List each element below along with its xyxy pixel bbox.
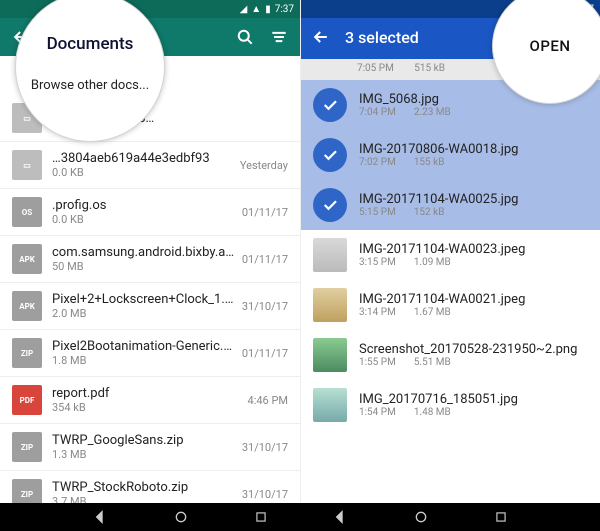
selected-check-icon[interactable] bbox=[313, 88, 347, 122]
file-name: TWRP_GoogleSans.zip bbox=[52, 433, 236, 448]
highlight-subtitle: Browse other docs... bbox=[31, 78, 149, 93]
signal-icon: ◢ bbox=[240, 4, 248, 15]
nav-back-icon[interactable] bbox=[332, 509, 348, 525]
file-name: IMG-20171104-WA0023.jpeg bbox=[359, 242, 588, 257]
file-row[interactable]: IMG_20170716_185051.jpg 1:54 PM 1.48 MB bbox=[301, 380, 600, 430]
android-nav-bar bbox=[0, 503, 600, 531]
file-name: IMG_20170716_185051.jpg bbox=[359, 392, 588, 407]
zip-icon: ZIP bbox=[12, 338, 42, 368]
nav-recent-icon[interactable] bbox=[254, 510, 268, 524]
highlight-title: Documents bbox=[47, 34, 134, 54]
status-time: 7:37 bbox=[275, 4, 294, 15]
file-size: 5.51 MB bbox=[414, 357, 451, 368]
highlight-open-label: OPEN bbox=[529, 37, 570, 55]
file-row[interactable]: ZIP Pixel2Bootanimation-Generic.zip 1.8 … bbox=[0, 330, 300, 377]
file-size: 354 kB bbox=[52, 401, 242, 414]
apk-icon: APK bbox=[12, 291, 42, 321]
file-size: 2.0 MB bbox=[52, 307, 236, 320]
file-size: 152 kB bbox=[414, 207, 445, 218]
file-row[interactable]: IMG-20171104-WA0021.jpeg 3:14 PM 1.67 MB bbox=[301, 280, 600, 330]
selected-check-icon[interactable] bbox=[313, 138, 347, 172]
apk-icon: APK bbox=[12, 244, 42, 274]
file-size: 1.67 MB bbox=[414, 307, 451, 318]
file-time: 1:54 PM bbox=[359, 407, 396, 418]
nav-home-icon[interactable] bbox=[413, 509, 429, 525]
file-name: IMG-20171104-WA0021.jpeg bbox=[359, 292, 588, 307]
file-name: com.samsung.android.bixby.agent_1.0.11… bbox=[52, 245, 236, 260]
file-date: 31/10/17 bbox=[242, 488, 288, 501]
file-name: .profig.os bbox=[52, 198, 236, 213]
zip-icon: ZIP bbox=[12, 432, 42, 462]
file-time: 3:14 PM bbox=[359, 307, 396, 318]
file-name: IMG-20171104-WA0025.jpg bbox=[359, 192, 588, 207]
file-date: 31/10/17 bbox=[242, 300, 288, 313]
file-row[interactable]: OS .profig.os 0.0 KB 01/11/17 bbox=[0, 189, 300, 236]
image-thumbnail[interactable] bbox=[313, 288, 347, 322]
screen-whatsapp-documents: ◢ ▲ ▮ 7:37 Documents Documents Browse ot… bbox=[0, 0, 300, 503]
file-time: 7:05 PM bbox=[357, 63, 394, 74]
file-size: 155 kB bbox=[414, 157, 445, 168]
file-date: 01/11/17 bbox=[242, 253, 288, 266]
file-row-selected[interactable]: IMG-20170806-WA0018.jpg 7:02 PM 155 kB bbox=[301, 130, 600, 180]
nav-home-icon[interactable] bbox=[173, 509, 189, 525]
file-row[interactable]: IMG-20171104-WA0023.jpeg 3:15 PM 1.09 MB bbox=[301, 230, 600, 280]
screen-file-picker: ◢ ▲ ▮ 7:37 3 selected OPEN ⋮ OPEN 7:05 P… bbox=[300, 0, 600, 503]
back-icon[interactable] bbox=[311, 27, 331, 47]
file-name: Pixel+2+Lockscreen+Clock_1.1.apk bbox=[52, 292, 236, 307]
selection-title: 3 selected bbox=[345, 28, 506, 47]
file-name: report.pdf bbox=[52, 386, 242, 401]
image-thumbnail[interactable] bbox=[313, 238, 347, 272]
file-time: 7:02 PM bbox=[359, 157, 396, 168]
selected-check-icon[interactable] bbox=[313, 188, 347, 222]
file-row-selected[interactable]: IMG-20171104-WA0025.jpg 5:15 PM 152 kB bbox=[301, 180, 600, 230]
nav-back-icon[interactable] bbox=[92, 509, 108, 525]
file-name: Screenshot_20170528-231950~2.png bbox=[359, 342, 588, 357]
file-time: 3:15 PM bbox=[359, 257, 396, 268]
os-icon: OS bbox=[12, 197, 42, 227]
image-thumbnail[interactable] bbox=[313, 388, 347, 422]
file-row[interactable]: PDF report.pdf 354 kB 4:46 PM bbox=[0, 377, 300, 424]
file-row[interactable]: ZIP TWRP_GoogleSans.zip 1.3 MB 31/10/17 bbox=[0, 424, 300, 471]
file-row[interactable]: ▭ …3804aeb619a44e3edbf93 0.0 KB Yesterda… bbox=[0, 142, 300, 189]
file-size: 0.0 KB bbox=[52, 213, 236, 226]
file-date: 01/11/17 bbox=[242, 347, 288, 360]
file-time: 1:55 PM bbox=[359, 357, 396, 368]
file-name: TWRP_StockRoboto.zip bbox=[52, 480, 236, 495]
battery-icon: ▮ bbox=[265, 4, 271, 15]
file-date: 4:46 PM bbox=[248, 394, 288, 407]
file-date: Yesterday bbox=[240, 159, 288, 172]
file-row[interactable]: ZIP TWRP_StockRoboto.zip 3.7 MB 31/10/17 bbox=[0, 471, 300, 503]
file-row[interactable]: APK com.samsung.android.bixby.agent_1.0.… bbox=[0, 236, 300, 283]
file-name: …3804aeb619a44e3edbf93 bbox=[52, 151, 234, 166]
file-date: 31/10/17 bbox=[242, 441, 288, 454]
file-size: 1.3 MB bbox=[52, 448, 236, 461]
file-size: 1.8 MB bbox=[52, 354, 236, 367]
file-row[interactable]: APK Pixel+2+Lockscreen+Clock_1.1.apk 2.0… bbox=[0, 283, 300, 330]
file-name: IMG-20170806-WA0018.jpg bbox=[359, 142, 588, 157]
search-icon[interactable] bbox=[234, 26, 256, 48]
wifi-icon: ▲ bbox=[251, 4, 261, 15]
image-list[interactable]: 7:05 PM 515 kB IMG_5068.jpg 7:04 PM2.23 … bbox=[301, 59, 600, 503]
file-size: 1.09 MB bbox=[414, 257, 451, 268]
file-size: 515 kB bbox=[414, 63, 445, 74]
file-date: 01/11/17 bbox=[242, 206, 288, 219]
image-thumbnail[interactable] bbox=[313, 338, 347, 372]
zip-icon: ZIP bbox=[12, 479, 42, 503]
file-list[interactable]: ▭ 3559e5b5c0c38… ▭ …3804aeb619a44e3edbf9… bbox=[0, 95, 300, 503]
nav-recent-icon[interactable] bbox=[494, 510, 508, 524]
file-time: 5:15 PM bbox=[359, 207, 396, 218]
file-time: 7:04 PM bbox=[359, 107, 396, 118]
file-icon: ▭ bbox=[12, 150, 42, 180]
sort-icon[interactable] bbox=[268, 26, 290, 48]
file-size: 0.0 KB bbox=[52, 166, 234, 179]
file-name: Pixel2Bootanimation-Generic.zip bbox=[52, 339, 236, 354]
file-size: 1.48 MB bbox=[414, 407, 451, 418]
file-row[interactable]: Screenshot_20170528-231950~2.png 1:55 PM… bbox=[301, 330, 600, 380]
file-size: 50 MB bbox=[52, 260, 236, 273]
pdf-icon: PDF bbox=[12, 385, 42, 415]
file-size: 3.7 MB bbox=[52, 495, 236, 503]
file-size: 2.23 MB bbox=[414, 107, 451, 118]
